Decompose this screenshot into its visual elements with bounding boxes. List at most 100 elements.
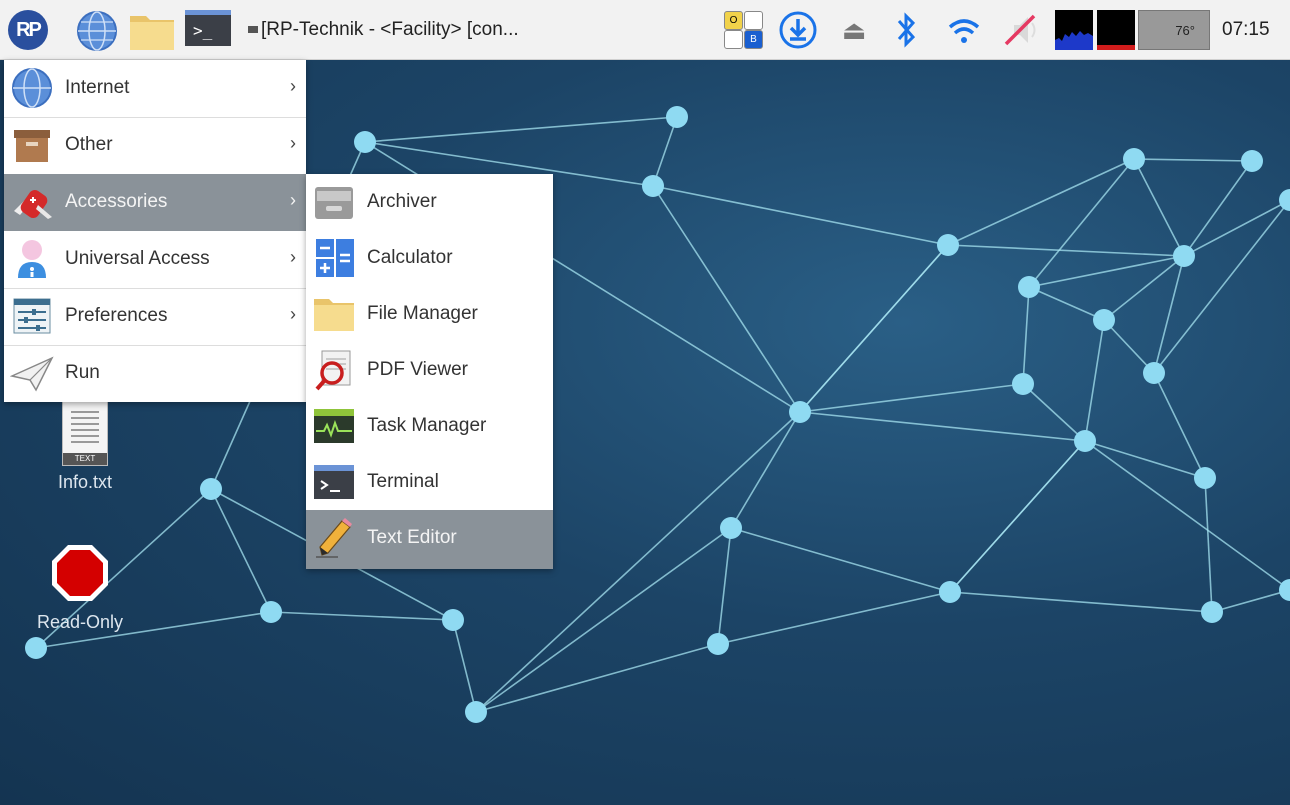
submenu-item-text-editor[interactable]: Text Editor bbox=[306, 510, 553, 569]
wallpaper-node bbox=[1093, 309, 1115, 331]
wallpaper-line bbox=[1153, 255, 1185, 374]
globe-icon bbox=[77, 11, 117, 51]
wallpaper-line bbox=[1103, 255, 1185, 321]
desktop-icon-label: Info.txt bbox=[57, 472, 113, 492]
wallpaper-node bbox=[642, 175, 664, 197]
wallpaper-node bbox=[1241, 150, 1263, 172]
wallpaper-line bbox=[1028, 158, 1135, 288]
wallpaper-node bbox=[1018, 276, 1040, 298]
wallpaper-line bbox=[270, 611, 454, 621]
desktop-icon-read-only[interactable]: Read-Only bbox=[20, 543, 140, 633]
wallpaper-node bbox=[1012, 373, 1034, 395]
window-icon bbox=[248, 26, 258, 34]
wallpaper-line bbox=[947, 158, 1135, 246]
submenu-item-archiver[interactable]: Archiver bbox=[306, 174, 553, 230]
wallpaper-line bbox=[949, 591, 1213, 613]
temperature-monitor[interactable]: 76° bbox=[1138, 10, 1210, 50]
folder-icon bbox=[130, 16, 174, 50]
menu-item-run[interactable]: Run bbox=[4, 345, 306, 402]
sliders-icon bbox=[13, 298, 51, 334]
desktop: TEXT Info.txt Read-Only RP >_ [RP-Techni… bbox=[0, 0, 1290, 805]
updates-button[interactable] bbox=[778, 10, 822, 50]
file-manager-launcher[interactable] bbox=[128, 10, 178, 50]
wallpaper-node bbox=[720, 517, 742, 539]
wallpaper-line bbox=[210, 488, 272, 613]
eject-icon[interactable]: ⏏ bbox=[836, 10, 872, 50]
browser-launcher[interactable] bbox=[76, 10, 122, 51]
clock[interactable]: 07:15 bbox=[1222, 10, 1282, 50]
wallpaper-line bbox=[949, 440, 1086, 593]
wallpaper-node bbox=[465, 701, 487, 723]
wallpaper-line bbox=[1028, 255, 1185, 288]
wallpaper-line bbox=[1183, 199, 1290, 257]
terminal-icon: >_ bbox=[185, 10, 231, 46]
wallpaper-line bbox=[717, 591, 951, 645]
taskbar: RP >_ [RP-Technik - <Facility> [con... O bbox=[0, 0, 1290, 60]
wallpaper-line bbox=[1153, 372, 1206, 479]
box-icon bbox=[14, 130, 50, 162]
submenu-item-terminal[interactable]: Terminal bbox=[306, 454, 553, 510]
wallpaper-node bbox=[1123, 148, 1145, 170]
wallpaper-node bbox=[442, 609, 464, 631]
menu-item-accessories[interactable]: Accessories › bbox=[4, 174, 306, 231]
wallpaper-node bbox=[1279, 189, 1290, 211]
submenu-item-file-manager[interactable]: File Manager bbox=[306, 286, 553, 342]
wifi-icon[interactable] bbox=[944, 10, 988, 50]
submenu-item-calculator[interactable]: Calculator bbox=[306, 230, 553, 286]
wallpaper-line bbox=[364, 116, 678, 143]
wallpaper-line bbox=[1204, 477, 1213, 613]
download-icon bbox=[779, 11, 817, 49]
rp-logo-icon: RP bbox=[8, 10, 48, 50]
wallpaper-node bbox=[1194, 467, 1216, 489]
volume-muted-icon[interactable] bbox=[998, 10, 1046, 50]
wallpaper-node bbox=[1143, 362, 1165, 384]
activity-monitor-icon bbox=[314, 409, 354, 443]
desktop-icon-info-txt[interactable]: TEXT Info.txt bbox=[30, 400, 140, 493]
person-icon bbox=[18, 240, 46, 278]
wallpaper-line bbox=[1133, 158, 1185, 257]
terminal-icon bbox=[314, 465, 354, 499]
wallpaper-line bbox=[1084, 440, 1290, 591]
wallpaper-line bbox=[717, 527, 732, 645]
wallpaper-line bbox=[730, 411, 801, 529]
wallpaper-line bbox=[1084, 440, 1206, 479]
globe-icon bbox=[12, 68, 52, 108]
memory-monitor[interactable] bbox=[1097, 10, 1135, 50]
wallpaper-line bbox=[1153, 199, 1290, 374]
accessories-submenu: Archiver Calculator File Manager PDF Vie… bbox=[306, 174, 553, 569]
application-menu: Internet › Other › Accessories › Univers… bbox=[4, 60, 306, 402]
menu-item-other[interactable]: Other › bbox=[4, 117, 306, 174]
desktop-icon-label: Read-Only bbox=[36, 612, 124, 632]
wallpaper-node bbox=[260, 601, 282, 623]
chevron-right-icon: › bbox=[290, 247, 296, 267]
paper-plane-icon bbox=[10, 356, 54, 392]
app-menu-button[interactable]: RP bbox=[8, 10, 54, 50]
menu-item-preferences[interactable]: Preferences › bbox=[4, 288, 306, 345]
menu-item-universal-access[interactable]: Universal Access › bbox=[4, 231, 306, 288]
terminal-launcher[interactable]: >_ bbox=[185, 10, 233, 50]
chevron-right-icon: › bbox=[290, 76, 296, 96]
cpu-monitor[interactable] bbox=[1055, 10, 1093, 50]
submenu-item-task-manager[interactable]: Task Manager bbox=[306, 398, 553, 454]
wallpaper-node bbox=[354, 131, 376, 153]
bluetooth-icon[interactable] bbox=[888, 10, 924, 50]
wallpaper-line bbox=[730, 527, 951, 593]
wallpaper-line bbox=[947, 244, 1185, 257]
wallpaper-node bbox=[1074, 430, 1096, 452]
wallpaper-node bbox=[25, 637, 47, 659]
wallpaper-line bbox=[1028, 286, 1105, 321]
temperature-value: 76° bbox=[1175, 23, 1195, 38]
wallpaper-line bbox=[652, 185, 949, 246]
wallpaper-node bbox=[939, 581, 961, 603]
wallpaper-line bbox=[1183, 160, 1253, 257]
menu-item-internet[interactable]: Internet › bbox=[4, 60, 306, 117]
wallpaper-line bbox=[1211, 589, 1290, 613]
wallpaper-node bbox=[200, 478, 222, 500]
submenu-item-pdf-viewer[interactable]: PDF Viewer bbox=[306, 342, 553, 398]
swiss-knife-icon bbox=[14, 189, 52, 219]
taskbar-window-button[interactable]: [RP-Technik - <Facility> [con... bbox=[248, 10, 578, 50]
keyboard-indicator[interactable]: O B bbox=[722, 10, 768, 50]
pencil-icon bbox=[316, 518, 352, 558]
stop-sign-icon bbox=[52, 545, 108, 601]
wallpaper-node bbox=[789, 401, 811, 423]
